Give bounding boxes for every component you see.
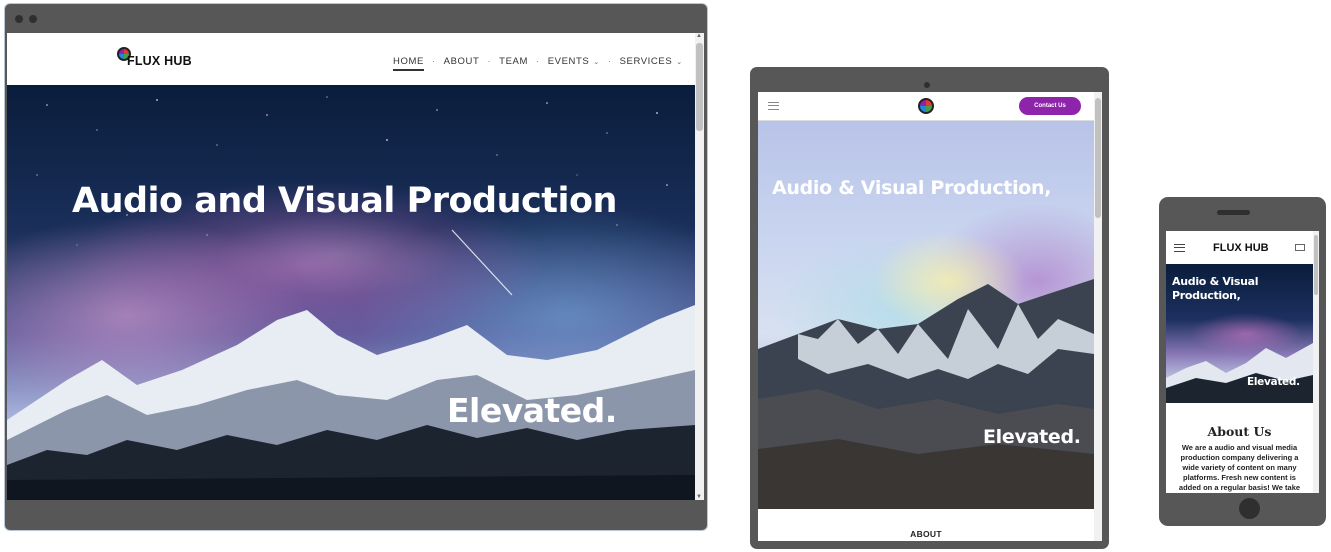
nav-item-home[interactable]: HOME [393,56,424,71]
phone-viewport: FLUX HUB Audio & Visual Production, Elev… [1166,231,1319,493]
tablet-hero-title: Audio & Visual Production, [772,177,1052,199]
nav-separator: · [487,56,492,67]
desktop-hero-title: Audio and Visual Production [72,181,617,221]
phone-about-text: We are a audio and visual media producti… [1178,443,1301,492]
tablet-scrollbar-thumb[interactable] [1095,98,1101,218]
desktop-hero-subtitle: Elevated. [447,391,617,430]
nav-item-about[interactable]: ABOUT [444,56,480,67]
tablet-viewport: Contact Us Audio & Visual Production, El… [758,92,1102,541]
phone-hero-title: Audio & Visual Production, [1172,275,1259,303]
nav-separator: · [607,56,612,67]
desktop-hero-banner: Audio and Visual Production Elevated. [7,85,695,500]
phone-scrollbar-thumb[interactable] [1314,235,1318,295]
window-dot-close[interactable] [15,15,23,23]
phone-device-frame: FLUX HUB Audio & Visual Production, Elev… [1159,197,1326,526]
phone-scrollbar[interactable] [1313,231,1319,493]
nav-label-events: EVENTS [547,56,590,67]
phone-site-header: FLUX HUB [1166,231,1313,264]
chevron-down-icon: ⌄ [676,58,683,66]
nav-separator: · [431,56,436,67]
tablet-hero-subtitle: Elevated. [983,426,1081,448]
rainbow-mountain-image [758,279,1094,509]
scroll-up-arrow-icon[interactable]: ▲ [696,33,702,39]
nav-item-services[interactable]: SERVICES ⌄ [620,56,683,67]
hamburger-menu-icon[interactable] [768,102,779,110]
nav-label-home: HOME [393,56,424,67]
phone-hero-title-line2: Production, [1172,289,1241,302]
nav-label-about: ABOUT [443,56,480,67]
nav-label-team: TEAM [499,56,528,67]
phone-speaker [1217,210,1250,215]
phone-home-button[interactable] [1239,498,1260,519]
tablet-site-header: Contact Us [758,92,1094,121]
desktop-browser-frame: FLUX HUB HOME · ABOUT · TEAM · EVENTS ⌄ ·… [5,4,707,530]
nav-item-events[interactable]: EVENTS ⌄ [548,56,600,67]
flux-hub-logo-icon[interactable] [918,98,934,114]
mail-icon[interactable] [1295,244,1305,251]
window-controls [15,15,37,23]
tablet-device-frame: Contact Us Audio & Visual Production, El… [750,67,1109,549]
nav-separator: · [535,56,540,67]
desktop-scrollbar[interactable]: ▲ ▼ [695,33,704,500]
chevron-down-icon: ⌄ [593,58,600,66]
hamburger-menu-icon[interactable] [1174,244,1185,252]
nav-label-services: SERVICES [619,56,673,67]
responsive-mockup-stage: FLUX HUB HOME · ABOUT · TEAM · EVENTS ⌄ ·… [0,0,1331,552]
contact-us-button[interactable]: Contact Us [1019,97,1081,115]
scroll-down-arrow-icon[interactable]: ▼ [696,494,702,500]
tablet-about-heading: ABOUT [910,529,942,539]
desktop-brand-name[interactable]: FLUX HUB [127,54,192,68]
desktop-main-nav: HOME · ABOUT · TEAM · EVENTS ⌄ · SERVICES… [393,56,683,71]
desktop-scrollbar-thumb[interactable] [696,43,703,131]
phone-about-title: About Us [1207,424,1272,439]
phone-hero-title-line1: Audio & Visual [1172,275,1259,288]
phone-brand-name[interactable]: FLUX HUB [1213,242,1269,254]
tablet-camera [924,82,930,88]
phone-hero-banner: Audio & Visual Production, Elevated. [1166,264,1313,403]
desktop-viewport: FLUX HUB HOME · ABOUT · TEAM · EVENTS ⌄ ·… [7,33,704,500]
mountain-range-image [1166,343,1313,403]
desktop-site-header: FLUX HUB HOME · ABOUT · TEAM · EVENTS ⌄ ·… [7,33,695,85]
window-dot-minimize[interactable] [29,15,37,23]
tablet-hero-banner: Audio & Visual Production, Elevated. [758,121,1094,509]
phone-hero-subtitle: Elevated. [1247,376,1300,388]
tablet-scrollbar[interactable] [1094,92,1102,541]
nav-item-team[interactable]: TEAM [499,56,528,67]
